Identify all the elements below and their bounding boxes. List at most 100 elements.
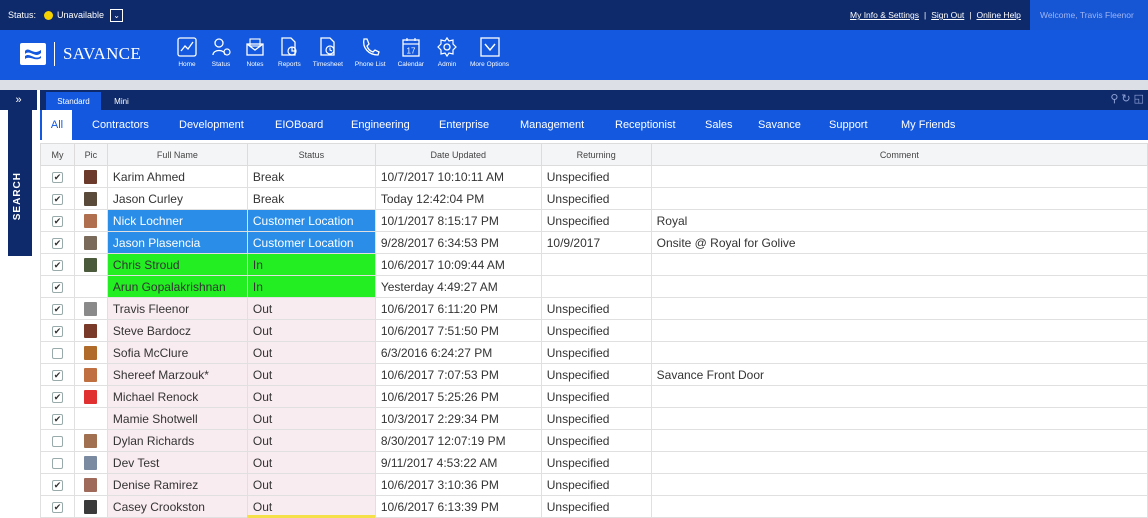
nav-admin[interactable]: Admin [430,36,464,68]
my-friend-checkbox[interactable]: ✔ [51,479,63,491]
column-header-returning[interactable]: Returning [540,143,652,166]
status-cell[interactable]: Out [246,341,376,364]
table-row[interactable]: ✔ Steve Bardocz Out 10/6/2017 7:51:50 PM Uns… [40,319,1148,342]
status-cell[interactable]: Out [246,363,376,386]
table-row[interactable]: ✔ Michael Renock Out 10/6/2017 5:25:26 PM Un… [40,385,1148,408]
status-cell[interactable]: In [246,275,376,298]
my-friend-checkbox[interactable]: ✔ [51,325,63,337]
group-tab-eioboard[interactable]: EIOBoard [275,110,323,140]
full-name-cell[interactable]: Michael Renock [106,385,248,408]
tab-mini[interactable]: Mini [104,92,139,110]
column-header-my[interactable]: My [40,143,75,166]
status-cell[interactable]: Customer Location [246,209,376,232]
status-cell[interactable]: Out [246,451,376,474]
table-row[interactable]: ✔ Mamie Shotwell Out 10/3/2017 2:29:34 PM Un… [40,407,1148,430]
table-row[interactable]: Dev Test Out 9/11/2017 4:53:22 AM Unspecifi… [40,451,1148,474]
column-header-full-name[interactable]: Full Name [106,143,248,166]
table-row[interactable]: ✔ Nick Lochner Customer Location 10/1/2017 … [40,209,1148,232]
full-name-cell[interactable]: Jason Plasencia [106,231,248,254]
nav-timesheet[interactable]: Timesheet [307,36,349,68]
nav-reports[interactable]: Reports [272,36,307,68]
my-friend-checkbox[interactable]: ✔ [51,413,63,425]
group-tab-enterprise[interactable]: Enterprise [439,110,489,140]
my-friend-checkbox[interactable]: ✔ [51,501,63,513]
table-row[interactable]: ✔ Karim Ahmed Break 10/7/2017 10:10:11 AM Un… [40,165,1148,188]
group-tab-contractors[interactable]: Contractors [92,110,149,140]
status-cell[interactable]: Break [246,187,376,210]
status-cell[interactable]: Out [246,429,376,452]
full-name-cell[interactable]: Steve Bardocz [106,319,248,342]
search-icon[interactable]: ⚲ [1110,92,1118,105]
table-row[interactable]: Dylan Richards Out 8/30/2017 12:07:19 PM Un… [40,429,1148,452]
status-cell[interactable]: Out [246,385,376,408]
table-row[interactable]: ✔ Chris Stroud In 10/6/2017 10:09:44 AM [40,253,1148,276]
status-cell[interactable]: In [246,253,376,276]
table-row[interactable]: ✔ Jason Plasencia Customer Location 9/28/20… [40,231,1148,254]
status-cell[interactable]: Out [246,473,376,496]
full-name-cell[interactable]: Karim Ahmed [106,165,248,188]
table-row[interactable]: ✔ Shereef Marzouk* Out 10/6/2017 7:07:53 PM… [40,363,1148,386]
nav-notes[interactable]: Notes [238,36,272,68]
group-tab-support[interactable]: Support [829,110,868,140]
my-friend-checkbox[interactable]: ✔ [51,259,63,271]
table-row[interactable]: ✔ Arun Gopalakrishnan In Yesterday 4:49:27 … [40,275,1148,298]
table-row[interactable]: ✔ Denise Ramirez Out 10/6/2017 3:10:36 PM Un… [40,473,1148,496]
status-cell[interactable]: Customer Location [246,231,376,254]
group-tab-engineering[interactable]: Engineering [351,110,410,140]
my-friend-checkbox[interactable]: ✔ [51,193,63,205]
nav-phone-list[interactable]: Phone List [349,36,392,68]
full-name-cell[interactable]: Jason Curley [106,187,248,210]
my-friend-checkbox[interactable] [51,347,63,359]
my-friend-checkbox[interactable]: ✔ [51,237,63,249]
status-cell[interactable]: Out [246,319,376,342]
sign-out-link[interactable]: Sign Out [931,10,964,20]
my-friend-checkbox[interactable]: ✔ [51,303,63,315]
full-name-cell[interactable]: Mamie Shotwell [106,407,248,430]
group-tab-management[interactable]: Management [520,110,584,140]
search-panel-tab[interactable]: SEARCH [8,110,32,256]
column-header-date-updated[interactable]: Date Updated [374,143,542,166]
group-tab-my-friends[interactable]: My Friends [901,110,955,140]
full-name-cell[interactable]: Dev Test [106,451,248,474]
full-name-cell[interactable]: Travis Fleenor [106,297,248,320]
my-friend-checkbox[interactable]: ✔ [51,369,63,381]
online-help-link[interactable]: Online Help [977,10,1021,20]
full-name-cell[interactable]: Chris Stroud [106,253,248,276]
status-cell[interactable]: Break [246,165,376,188]
my-info-settings-link[interactable]: My Info & Settings [850,10,919,20]
my-friend-checkbox[interactable]: ✔ [51,391,63,403]
table-row[interactable]: Sofia McClure Out 6/3/2016 6:24:27 PM Unspe… [40,341,1148,364]
table-row[interactable]: ✔ Travis Fleenor Out 10/6/2017 6:11:20 PM Un… [40,297,1148,320]
my-friend-checkbox[interactable] [51,457,63,469]
full-name-cell[interactable]: Sofia McClure [106,341,248,364]
column-header-comment[interactable]: Comment [650,143,1148,166]
column-header-pic[interactable]: Pic [73,143,108,166]
my-friend-checkbox[interactable]: ✔ [51,281,63,293]
full-name-cell[interactable]: Casey Crookston [106,495,248,518]
sidebar-expand-button[interactable]: » [0,90,37,110]
table-row[interactable]: ✔ Jason Curley Break Today 12:42:04 PM Unspe… [40,187,1148,210]
group-tab-all[interactable]: All [42,110,72,140]
full-name-cell[interactable]: Denise Ramirez [106,473,248,496]
group-tab-receptionist[interactable]: Receptionist [615,110,676,140]
nav-home[interactable]: Home [170,36,204,68]
group-tab-development[interactable]: Development [179,110,244,140]
column-header-status[interactable]: Status [246,143,376,166]
status-cell[interactable]: Out [246,297,376,320]
table-row[interactable]: ✔ Casey Crookston Out 10/6/2017 6:13:39 PM U… [40,495,1148,518]
fullscreen-icon[interactable]: ◱ [1134,92,1144,105]
status-dropdown-button[interactable]: ⌄ [110,8,124,22]
my-friend-checkbox[interactable]: ✔ [51,215,63,227]
nav-calendar[interactable]: 17 Calendar [392,36,430,68]
status-cell[interactable]: Out [246,407,376,430]
my-friend-checkbox[interactable]: ✔ [51,171,63,183]
group-tab-savance[interactable]: Savance [758,110,801,140]
full-name-cell[interactable]: Arun Gopalakrishnan [106,275,248,298]
nav-status[interactable]: Status [204,36,238,68]
full-name-cell[interactable]: Dylan Richards [106,429,248,452]
nav-more-options[interactable]: More Options [464,36,515,68]
full-name-cell[interactable]: Nick Lochner [106,209,248,232]
group-tab-sales[interactable]: Sales [705,110,733,140]
refresh-icon[interactable]: ↻ [1121,92,1130,105]
tab-standard[interactable]: Standard [46,92,101,110]
